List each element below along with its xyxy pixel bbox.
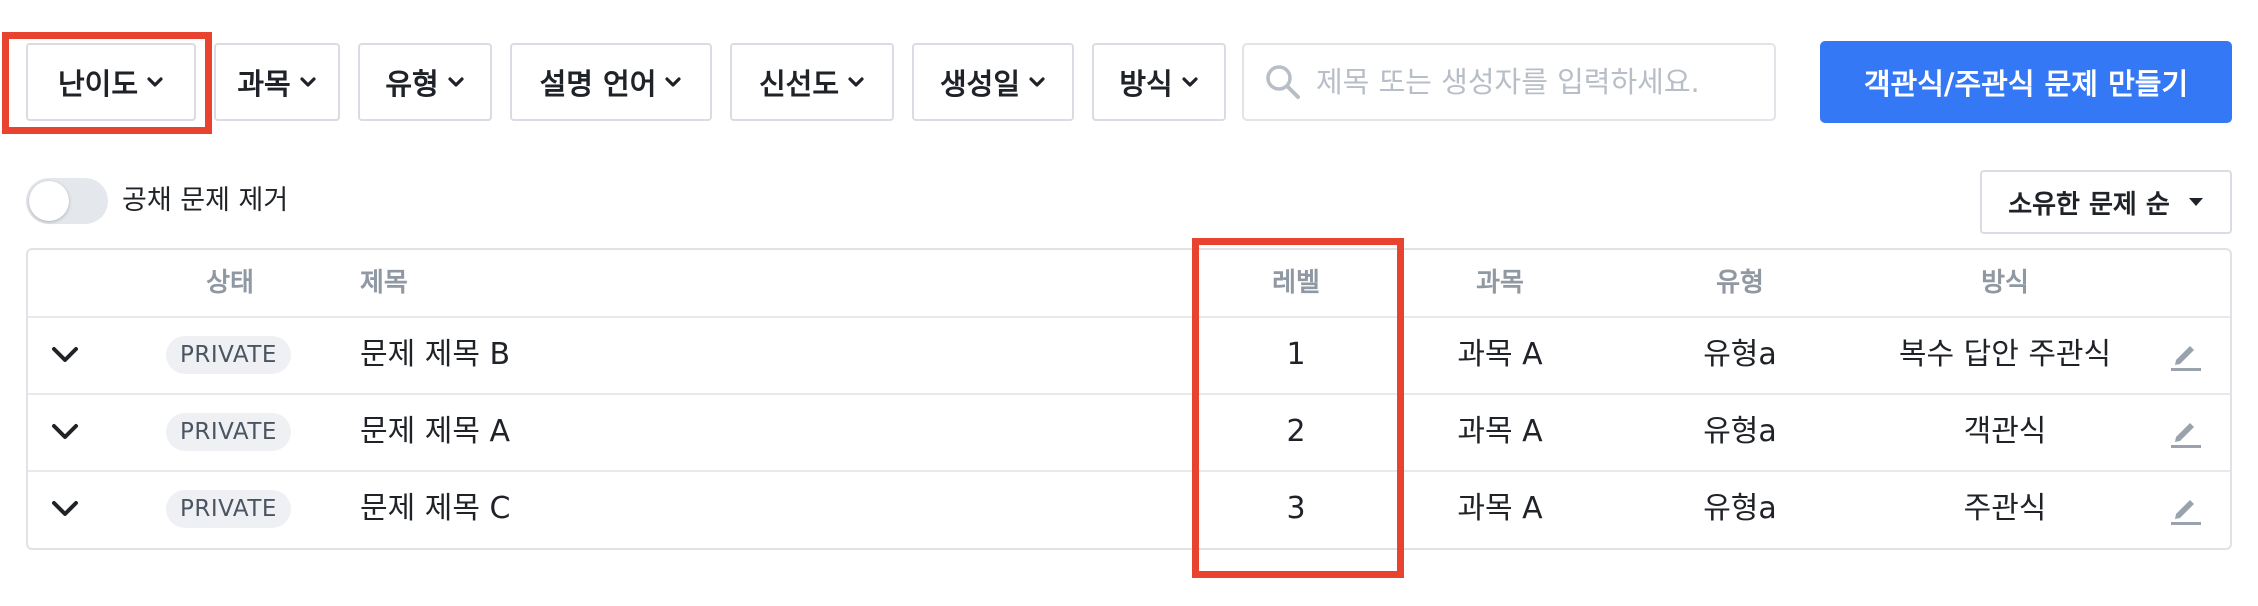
row-type: 유형a <box>1703 491 1777 526</box>
row-subject: 과목 A <box>1457 337 1543 372</box>
create-question-button[interactable]: 객관식/주관식 문제 만들기 <box>1820 41 2232 123</box>
header-status: 상태 <box>206 268 254 298</box>
chevron-down-icon <box>664 73 682 91</box>
status-badge: PRIVATE <box>166 413 291 451</box>
filter-type-label: 유형 <box>385 67 439 101</box>
header-subject: 과목 <box>1476 268 1524 298</box>
filter-method-button[interactable]: 방식 <box>1092 43 1226 121</box>
row-level: 3 <box>1286 491 1306 526</box>
row-title[interactable]: 문제 제목 A <box>360 412 510 452</box>
chevron-down-icon <box>1181 73 1199 91</box>
filter-difficulty-button[interactable]: 난이도 <box>26 43 196 121</box>
header-type: 유형 <box>1716 268 1764 298</box>
row-method: 객관식 <box>1963 414 2047 449</box>
toggle-label: 공채 문제 제거 <box>122 185 289 216</box>
row-type: 유형a <box>1703 337 1777 372</box>
filter-created-button[interactable]: 생성일 <box>912 43 1074 121</box>
chevron-down-icon <box>1028 73 1046 91</box>
search-box[interactable] <box>1242 43 1776 121</box>
expand-row-chevron-icon[interactable] <box>50 499 80 519</box>
filter-language-label: 설명 언어 <box>539 67 657 101</box>
caret-down-icon <box>2188 198 2203 206</box>
search-icon <box>1266 65 1300 99</box>
filter-subject-label: 과목 <box>237 67 291 101</box>
toggle-knob <box>29 181 69 221</box>
filter-difficulty-label: 난이도 <box>57 67 139 101</box>
filter-language-button[interactable]: 설명 언어 <box>510 43 712 121</box>
expand-row-chevron-icon[interactable] <box>50 422 80 442</box>
header-method: 방식 <box>1981 268 2029 298</box>
expand-row-chevron-icon[interactable] <box>50 345 80 365</box>
edit-icon[interactable] <box>2168 338 2202 372</box>
filter-method-label: 방식 <box>1119 67 1173 101</box>
chevron-down-icon <box>847 73 865 91</box>
sort-dropdown[interactable]: 소유한 문제 순 <box>1980 170 2232 234</box>
header-level: 레벨 <box>1272 268 1320 298</box>
row-divider <box>28 470 2230 472</box>
status-badge: PRIVATE <box>166 336 291 374</box>
sort-label: 소유한 문제 순 <box>2008 189 2170 220</box>
filter-created-label: 생성일 <box>939 67 1021 101</box>
row-divider <box>28 393 2230 395</box>
header-title: 제목 <box>360 268 408 298</box>
row-title[interactable]: 문제 제목 B <box>360 335 510 375</box>
status-badge: PRIVATE <box>166 490 291 528</box>
chevron-down-icon <box>299 73 317 91</box>
row-title[interactable]: 문제 제목 C <box>360 489 510 529</box>
filter-freshness-button[interactable]: 신선도 <box>730 43 894 121</box>
chevron-down-icon <box>447 73 465 91</box>
row-divider <box>28 316 2230 318</box>
row-subject: 과목 A <box>1457 414 1543 449</box>
chevron-down-icon <box>146 73 164 91</box>
row-type: 유형a <box>1703 414 1777 449</box>
row-level: 2 <box>1286 414 1306 449</box>
row-subject: 과목 A <box>1457 491 1543 526</box>
filter-freshness-label: 신선도 <box>758 67 840 101</box>
row-method: 주관식 <box>1963 491 2047 526</box>
search-input[interactable] <box>1316 65 1746 99</box>
filter-subject-button[interactable]: 과목 <box>214 43 340 121</box>
edit-icon[interactable] <box>2168 415 2202 449</box>
row-level: 1 <box>1286 337 1306 372</box>
remove-recruitment-questions-toggle[interactable] <box>26 178 108 224</box>
row-method: 복수 답안 주관식 <box>1898 337 2112 372</box>
edit-icon[interactable] <box>2168 492 2202 526</box>
filter-type-button[interactable]: 유형 <box>358 43 492 121</box>
